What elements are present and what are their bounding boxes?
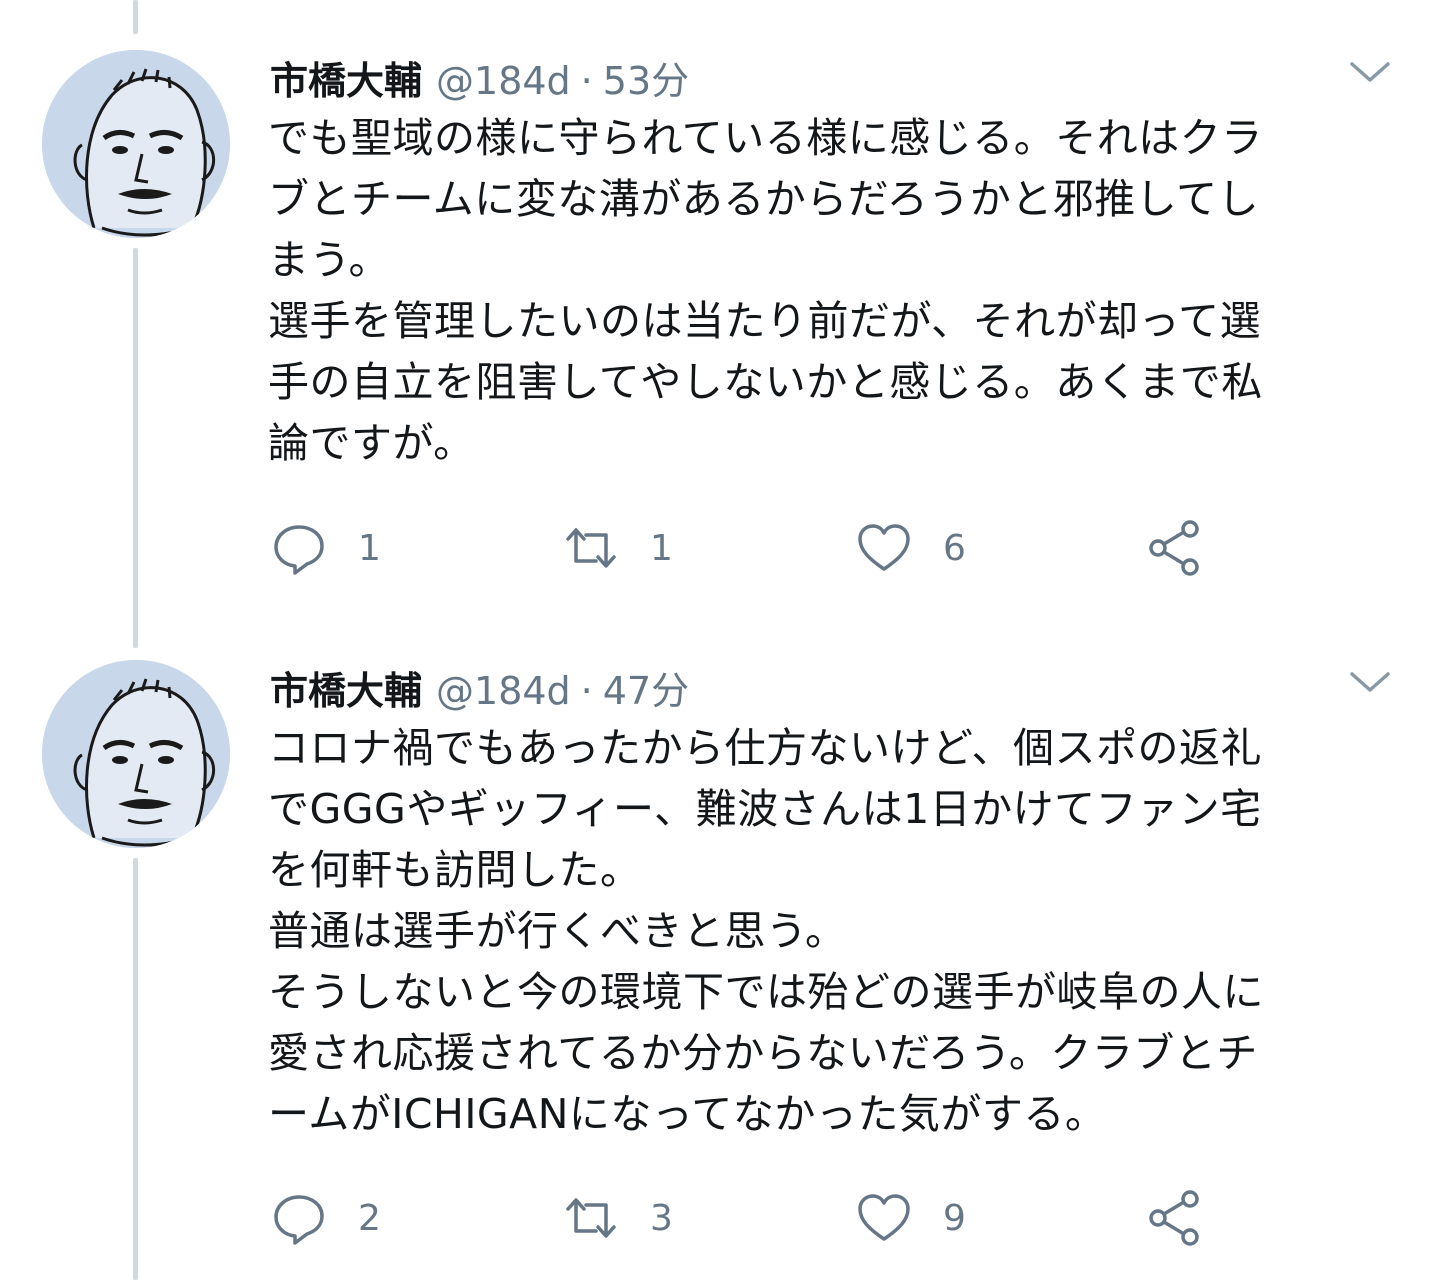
share-button[interactable] [1146,518,1204,578]
author-handle[interactable]: @184d [436,59,571,103]
tweet-text: コロナ禍でもあったから仕方ないけど、個スポの返礼 でGGGやギッフィー、難波さん… [268,718,1408,1145]
retweet-icon [566,1198,616,1238]
reply-button[interactable]: 2 [270,1188,381,1248]
tweet-text-line: 普通は選手が行くべきと思う。 [268,907,847,955]
avatar[interactable] [42,660,230,848]
like-button[interactable]: 9 [855,1188,966,1248]
reply-count: 1 [358,527,381,569]
share-icon [1149,1190,1199,1246]
avatar-illustration [42,50,230,238]
reply-button[interactable]: 1 [270,518,381,578]
retweet-count: 3 [650,1197,673,1239]
tweet-header: 市橋大輔 @184d · 53分 [270,50,689,110]
tweet-text-line: まう。 [268,236,391,284]
like-count: 6 [943,527,966,569]
tweet-actions: 2 3 9 [270,1188,1370,1248]
thread-line-bottom [133,858,138,1280]
reply-count: 2 [358,1197,381,1239]
share-icon [1149,520,1199,576]
timestamp[interactable]: 53分 [603,50,689,105]
chevron-down-icon[interactable] [1348,668,1392,698]
retweet-button[interactable]: 3 [562,1188,673,1248]
avatar-illustration [42,660,230,848]
thread-line-middle [133,248,138,648]
timestamp[interactable]: 47分 [603,660,689,715]
author-handle[interactable]: @184d [436,669,571,713]
tweet-text-line: でGGGやギッフィー、難波さんは1日かけてファン宅 [268,785,1262,833]
reply-icon [274,525,324,575]
avatar[interactable] [42,50,230,238]
tweet-text-line: ームがICHIGANになってなかった気がする。 [268,1090,1107,1138]
like-count: 9 [943,1197,966,1239]
tweet-text-line: 論ですが。 [268,419,475,467]
tweet-text-line: ブとチームに変な溝があるからだろうかと邪推してし [268,175,1260,223]
tweet-text-line: 愛され応援されてるか分からないだろう。クラブとチ [268,1029,1258,1077]
author-name[interactable]: 市橋大輔 [270,660,422,715]
tweet-text-line: を何軒も訪問した。 [268,846,642,894]
retweet-icon [566,528,616,568]
thread-line-top [133,0,138,34]
tweet-text-line: 選手を管理したいのは当たり前だが、それが却って選 [268,297,1262,345]
heart-icon [858,524,910,571]
like-button[interactable]: 6 [855,518,966,578]
tweet-text-line: 手の自立を阻害してやしないかと感じる。あくまで私 [268,358,1263,406]
heart-icon [858,1194,910,1241]
share-button[interactable] [1146,1188,1204,1248]
retweet-count: 1 [650,527,673,569]
reply-icon [274,1195,324,1245]
tweet-header: 市橋大輔 @184d · 47分 [270,660,689,720]
tweet-actions: 1 1 6 [270,518,1370,578]
tweet-text: でも聖域の様に守られている様に感じる。それはクラ ブとチームに変な溝があるからだ… [268,108,1408,474]
retweet-button[interactable]: 1 [562,518,673,578]
tweet-text-line: そうしないと今の環境下では殆どの選手が岐阜の人に [268,968,1264,1016]
tweet-text-line: コロナ禍でもあったから仕方ないけど、個スポの返礼 [268,724,1262,772]
tweet-text-line: でも聖域の様に守られている様に感じる。それはクラ [268,114,1263,162]
chevron-down-icon[interactable] [1348,58,1392,88]
separator-dot: · [580,669,593,713]
separator-dot: · [580,59,593,103]
author-name[interactable]: 市橋大輔 [270,50,422,105]
